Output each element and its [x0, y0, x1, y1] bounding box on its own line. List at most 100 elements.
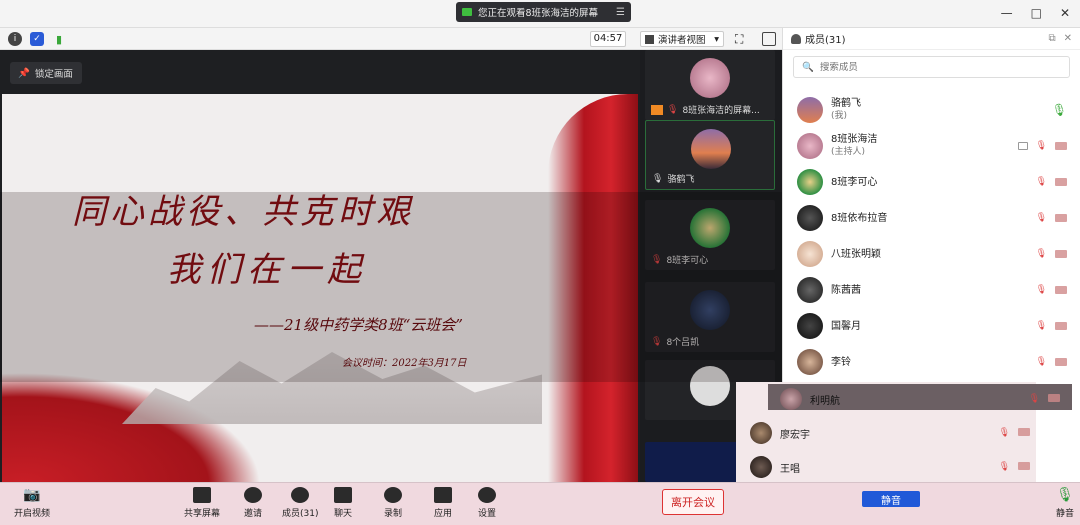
member-row[interactable]: 8班李可心 🎙	[797, 166, 1067, 198]
mic-off-icon[interactable]: 🎙	[1036, 177, 1047, 187]
avatar	[797, 133, 823, 159]
info-icon[interactable]: i	[8, 32, 22, 46]
start-video-button[interactable]: 📷 开启视频	[14, 487, 50, 519]
mic-off-icon[interactable]: 🎙	[1036, 321, 1047, 331]
maximize-button[interactable]: □	[1031, 6, 1042, 20]
avatar	[750, 456, 772, 478]
camera-off-icon[interactable]	[1018, 462, 1030, 470]
camera-off-icon[interactable]	[1048, 394, 1060, 402]
mic-off-icon[interactable]: 🎙	[1036, 357, 1047, 367]
video-tile[interactable]: 🎙 8个吕凯	[645, 282, 775, 352]
signal-icon[interactable]: ▮	[52, 32, 66, 46]
member-row[interactable]: 8班张海洁 (主持人) 🎙	[797, 130, 1067, 162]
chat-icon	[334, 487, 352, 503]
members-button[interactable]: 成员(31)	[282, 487, 318, 519]
record-button[interactable]: 录制	[384, 487, 402, 519]
member-row[interactable]: 骆鹤飞 (我) 🎙	[797, 94, 1067, 126]
member-row[interactable]: 8班依布拉音 🎙	[797, 202, 1067, 234]
invite-button[interactable]: 邀请	[244, 487, 262, 519]
camera-off-icon[interactable]	[1055, 286, 1067, 294]
camera-off-icon[interactable]	[1055, 250, 1067, 258]
mute-label: 静音	[1056, 509, 1075, 519]
mute-button[interactable]: 🎙 静音	[1056, 487, 1074, 519]
chat-label: 聊天	[334, 509, 353, 519]
member-name: 王唱	[780, 463, 800, 475]
member-row[interactable]: 国馨月 🎙	[797, 310, 1067, 342]
share-screen-icon	[193, 487, 211, 503]
mute-all-button[interactable]: 静音	[862, 491, 920, 507]
menu-icon[interactable]: ☰	[616, 7, 625, 18]
mic-off-icon[interactable]: 🎙	[1036, 213, 1047, 223]
member-role: (主持人)	[831, 147, 866, 157]
chat-button[interactable]: 聊天	[334, 487, 352, 519]
share-screen-button[interactable]: 共享屏幕	[184, 487, 220, 519]
bottom-toolbar: 📷 开启视频 共享屏幕 邀请 成员(31) 聊天 录制 应用 设置 离开会议 静…	[0, 482, 1080, 525]
apps-icon	[434, 487, 452, 503]
camera-off-icon[interactable]	[1018, 428, 1030, 436]
mic-off-icon[interactable]: 🎙	[1036, 141, 1047, 151]
members-icon	[291, 487, 310, 503]
lock-view-button[interactable]: 📌 锁定画面	[10, 62, 82, 84]
settings-button[interactable]: 设置	[478, 487, 496, 519]
slide-class-title: ——21级中药学类8班“云班会”	[254, 316, 463, 334]
mic-on-icon[interactable]: 🎙	[1052, 103, 1067, 117]
member-name: 八班张明颖	[831, 248, 881, 260]
pin-icon: 📌	[18, 67, 30, 79]
member-row[interactable]: 陈茜茜 🎙	[797, 274, 1067, 306]
tile-name: 8班李可心	[666, 256, 709, 266]
mic-off-icon: 🎙	[651, 254, 663, 265]
apps-button[interactable]: 应用	[434, 487, 452, 519]
member-row[interactable]: 李铃 🎙	[797, 346, 1067, 378]
camera-off-icon[interactable]	[1055, 214, 1067, 222]
member-row[interactable]: 八班张明颖 🎙	[797, 238, 1067, 270]
member-name: 8班张海洁	[831, 134, 878, 145]
video-toolbar: i ✓ ▮ 04:57 演讲者视图 ▾ ⛶	[0, 28, 782, 50]
member-row[interactable]: 王唱 🎙	[750, 454, 1030, 480]
member-name: 利明航	[810, 395, 840, 407]
member-search[interactable]: 🔍	[793, 56, 1070, 78]
close-panel-icon[interactable]: ✕	[1064, 33, 1072, 44]
camera-off-icon[interactable]	[1055, 142, 1067, 150]
avatar	[691, 129, 731, 169]
sidebar-toggle-icon[interactable]	[762, 32, 776, 46]
mic-off-icon: 🎙	[651, 336, 663, 347]
mic-off-icon: 🎙	[667, 104, 679, 115]
shield-icon[interactable]: ✓	[30, 32, 44, 46]
slide-headline: 同心战役、共克时艰	[72, 192, 414, 232]
fullscreen-icon[interactable]: ⛶	[735, 32, 749, 46]
avatar	[797, 349, 823, 375]
close-button[interactable]: ✕	[1060, 6, 1070, 20]
minimize-button[interactable]: —	[1001, 6, 1013, 20]
member-role: (我)	[831, 111, 848, 121]
chevron-down-icon: ▾	[714, 33, 719, 45]
members-icon	[791, 33, 801, 44]
add-user-icon	[244, 487, 262, 503]
member-name: 8班依布拉音	[831, 212, 888, 224]
avatar	[797, 313, 823, 339]
camera-off-icon[interactable]	[1055, 322, 1067, 330]
mic-off-icon[interactable]: 🎙	[1029, 394, 1040, 404]
lock-view-label: 锁定画面	[34, 69, 73, 80]
popout-icon[interactable]: ⧉	[1048, 33, 1055, 44]
camera-off-icon[interactable]	[1055, 358, 1067, 366]
video-tile[interactable]: 🎙 8班张海洁的屏幕...	[645, 50, 775, 120]
search-input[interactable]	[819, 61, 1040, 73]
view-mode-label: 演讲者视图	[658, 35, 706, 46]
member-row[interactable]: 廖宏宇 🎙	[750, 420, 1030, 446]
member-row-highlighted[interactable]: 利明航 🎙	[768, 384, 1072, 410]
camera-off-icon[interactable]	[1055, 178, 1067, 186]
video-tile[interactable]: 🎙 8班李可心	[645, 200, 775, 270]
mic-off-icon[interactable]: 🎙	[1036, 285, 1047, 295]
mic-off-icon[interactable]: 🎙	[1036, 249, 1047, 259]
video-tile[interactable]: 🎙 骆鹤飞	[645, 120, 775, 190]
avatar	[797, 241, 823, 267]
meeting-timer: 04:57	[590, 31, 626, 47]
screen-share-banner[interactable]: 您正在观看8班张海洁的屏幕 ☰	[456, 2, 631, 22]
leave-meeting-button[interactable]: 离开会议	[662, 489, 724, 515]
mic-off-icon[interactable]: 🎙	[999, 462, 1010, 472]
mic-off-icon[interactable]: 🎙	[999, 428, 1010, 438]
window-controls: — □ ✕	[1001, 6, 1070, 20]
view-mode-dropdown[interactable]: 演讲者视图 ▾	[640, 31, 724, 47]
member-name: 陈茜茜	[831, 284, 861, 296]
mic-icon: 🎙	[652, 173, 664, 184]
